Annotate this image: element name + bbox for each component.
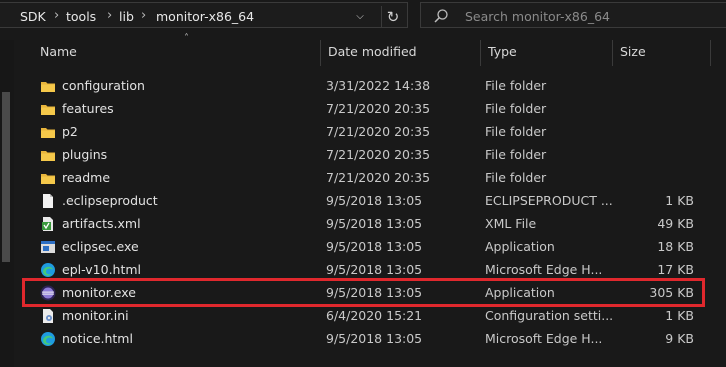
file-type: Microsoft Edge H... xyxy=(485,331,603,346)
folder-icon xyxy=(41,128,55,138)
file-date: 9/5/2018 13:05 xyxy=(326,216,423,231)
file-name: eclipsec.exe xyxy=(62,239,139,254)
file-name: features xyxy=(62,101,114,116)
file-size: 18 KB xyxy=(657,239,694,254)
file-date: 9/5/2018 13:05 xyxy=(326,239,423,254)
file-name: plugins xyxy=(62,147,108,162)
ini-file-icon xyxy=(43,309,53,323)
breadcrumb-item-monitor[interactable]: monitor-x86_64 xyxy=(156,9,254,24)
column-header-size[interactable]: Size xyxy=(612,38,702,66)
xml-file-icon xyxy=(42,217,53,231)
file-type: File folder xyxy=(485,78,547,93)
file-row-readme[interactable]: readme 7/21/2020 20:35 File folder xyxy=(14,166,726,189)
file-row-monitor-ini[interactable]: monitor.ini 6/4/2020 15:21 Configuration… xyxy=(14,304,726,327)
breadcrumb[interactable]: SDK › tools › lib › monitor-x86_64 ⌵ ↻ xyxy=(0,2,408,28)
file-date: 7/21/2020 20:35 xyxy=(326,170,431,185)
file-name: readme xyxy=(62,170,111,185)
file-name: p2 xyxy=(62,124,78,139)
address-bar: SDK › tools › lib › monitor-x86_64 ⌵ ↻ S… xyxy=(0,0,726,30)
file-size: 17 KB xyxy=(657,262,694,277)
file-row-notice-html[interactable]: notice.html 9/5/2018 13:05 Microsoft Edg… xyxy=(14,327,726,350)
search-input[interactable]: Search monitor-x86_64 xyxy=(465,9,610,24)
file-date: 7/21/2020 20:35 xyxy=(326,147,431,162)
column-header-date[interactable]: Date modified xyxy=(320,38,480,66)
file-type: File folder xyxy=(485,124,547,139)
folder-icon xyxy=(41,151,55,161)
breadcrumb-separator-icon[interactable]: › xyxy=(107,8,112,23)
file-date: 9/5/2018 13:05 xyxy=(326,262,423,277)
breadcrumb-item-sdk[interactable]: SDK xyxy=(20,9,46,24)
file-name: .eclipseproduct xyxy=(62,193,158,208)
search-box[interactable]: Search monitor-x86_64 xyxy=(420,2,726,28)
file-type: Application xyxy=(485,239,555,254)
file-type: ECLIPSEPRODUCT ... xyxy=(485,193,613,208)
file-date: 3/31/2022 14:38 xyxy=(326,78,431,93)
refresh-icon[interactable]: ↻ xyxy=(381,6,404,28)
file-date: 7/21/2020 20:35 xyxy=(326,124,431,139)
file-name: epl-v10.html xyxy=(62,262,142,277)
column-header-type[interactable]: Type xyxy=(480,38,612,66)
breadcrumb-item-lib[interactable]: lib xyxy=(119,9,134,24)
navigation-pane-scrollbar[interactable] xyxy=(0,40,14,367)
breadcrumb-item-tools[interactable]: tools xyxy=(66,9,96,24)
console-app-icon xyxy=(41,241,55,253)
column-divider[interactable] xyxy=(710,40,711,66)
breadcrumb-separator-icon[interactable]: › xyxy=(141,8,146,23)
file-row-plugins[interactable]: plugins 7/21/2020 20:35 File folder xyxy=(14,143,726,166)
file-type: File folder xyxy=(485,170,547,185)
file-name: configuration xyxy=(62,78,145,93)
file-type: XML File xyxy=(485,216,537,231)
file-date: 6/4/2020 15:21 xyxy=(326,308,423,323)
scrollbar-thumb[interactable] xyxy=(2,92,10,262)
edge-icon xyxy=(41,263,55,277)
file-size: 49 KB xyxy=(657,216,694,231)
file-type: Microsoft Edge H... xyxy=(485,262,603,277)
file-date: 7/21/2020 20:35 xyxy=(326,101,431,116)
column-header-name[interactable]: Name xyxy=(32,38,320,66)
breadcrumb-separator-icon[interactable]: › xyxy=(54,8,59,23)
search-icon xyxy=(434,9,448,23)
file-row-p2[interactable]: p2 7/21/2020 20:35 File folder xyxy=(14,120,726,143)
file-row-eclipsec-exe[interactable]: eclipsec.exe 9/5/2018 13:05 Application … xyxy=(14,235,726,258)
column-header-row: ˄ Name Date modified Type Size xyxy=(14,33,726,66)
edge-icon xyxy=(41,332,55,346)
file-size: 9 KB xyxy=(665,331,694,346)
folder-icon xyxy=(41,174,55,184)
file-row-artifacts-xml[interactable]: artifacts.xml 9/5/2018 13:05 XML File 49… xyxy=(14,212,726,235)
folder-icon xyxy=(41,82,55,92)
file-type: Configuration setti... xyxy=(485,308,614,323)
file-type: File folder xyxy=(485,101,547,116)
file-name: monitor.ini xyxy=(62,308,129,323)
file-row-features[interactable]: features 7/21/2020 20:35 File folder xyxy=(14,97,726,120)
file-type: File folder xyxy=(485,147,547,162)
highlight-box xyxy=(22,278,705,307)
file-date: 9/5/2018 13:05 xyxy=(326,193,423,208)
file-row-configuration[interactable]: configuration 3/31/2022 14:38 File folde… xyxy=(14,74,726,97)
folder-icon xyxy=(41,105,55,115)
file-date: 9/5/2018 13:05 xyxy=(326,331,423,346)
file-icon xyxy=(43,194,53,208)
file-size: 1 KB xyxy=(665,308,694,323)
file-name: artifacts.xml xyxy=(62,216,141,231)
file-name: notice.html xyxy=(62,331,133,346)
file-size: 1 KB xyxy=(665,193,694,208)
chevron-down-icon[interactable]: ⌵ xyxy=(353,10,367,24)
file-row-eclipseproduct[interactable]: .eclipseproduct 9/5/2018 13:05 ECLIPSEPR… xyxy=(14,189,726,212)
